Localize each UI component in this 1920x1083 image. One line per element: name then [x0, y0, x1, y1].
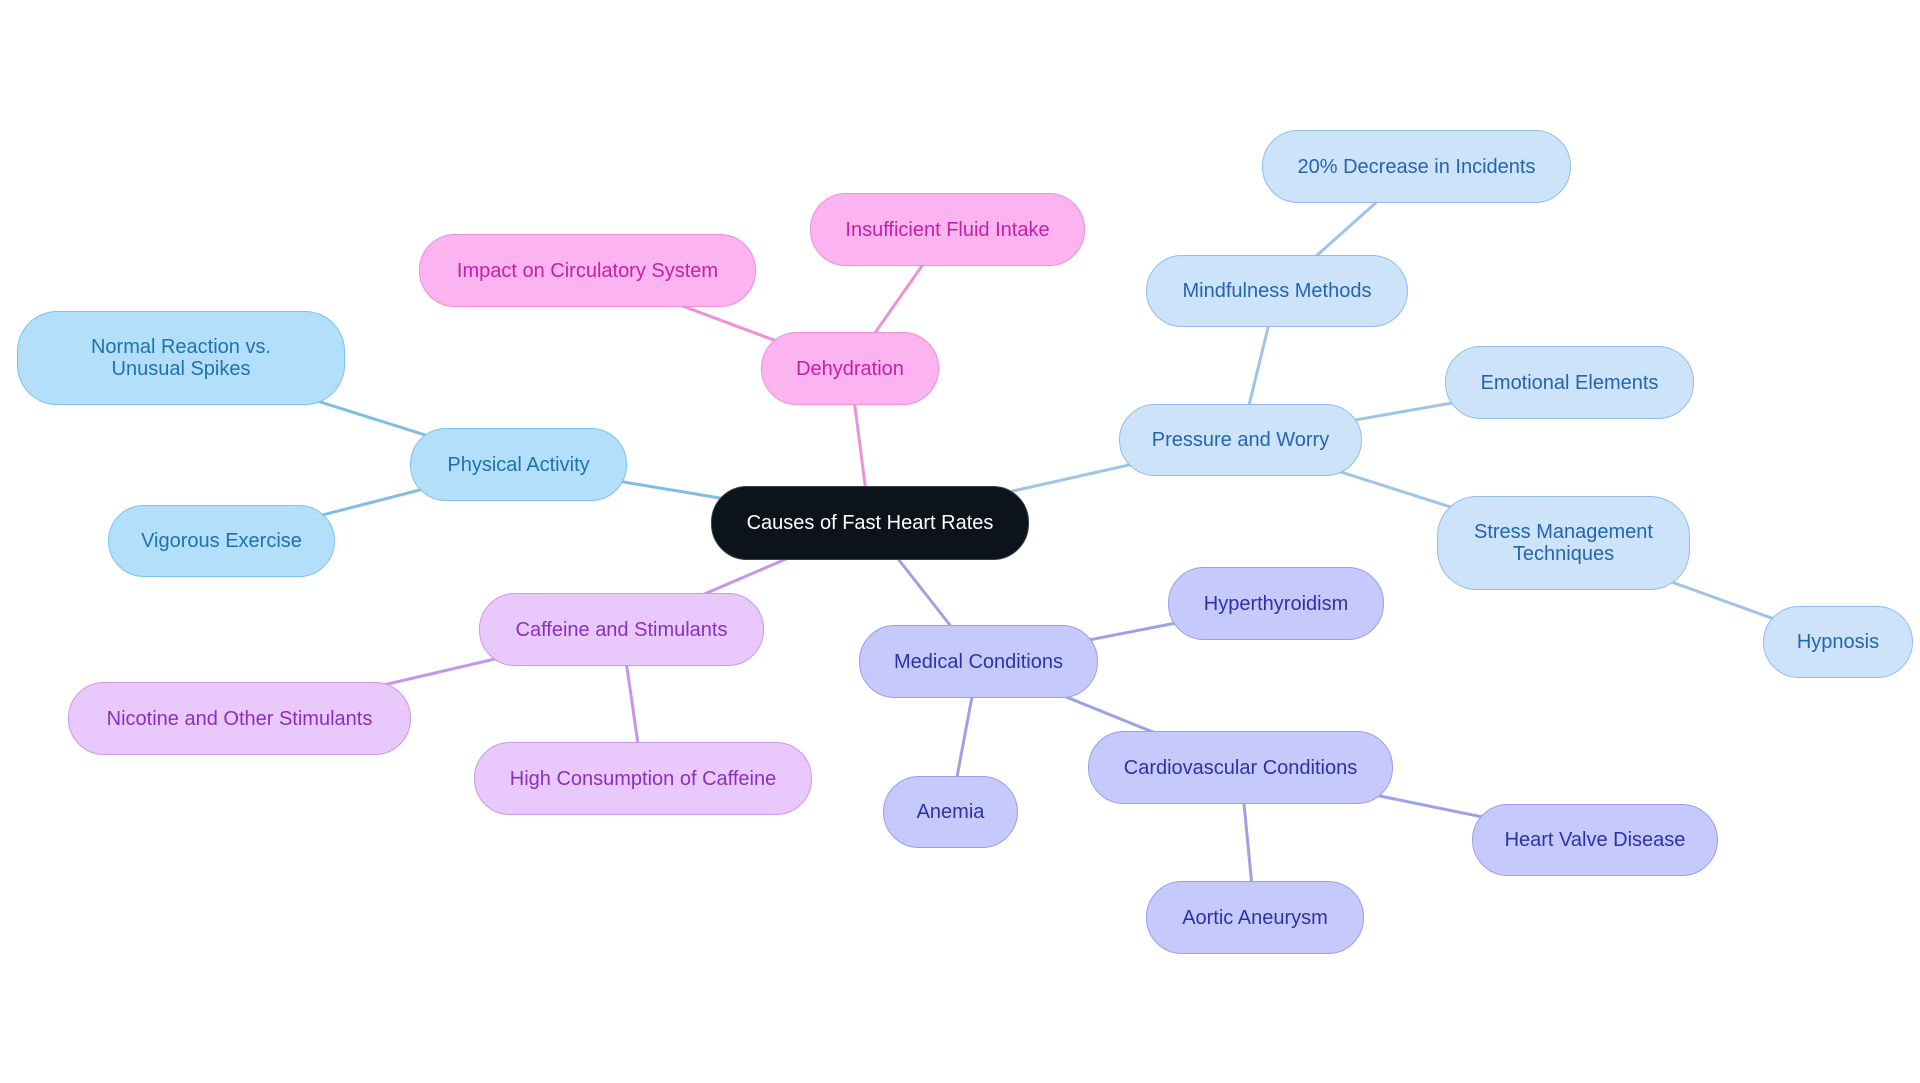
node-normal-reaction[interactable]: Normal Reaction vs. Unusual Spikes: [17, 311, 345, 405]
root-node-label: Causes of Fast Heart Rates: [746, 512, 994, 534]
node-label: Impact on Circulatory System: [456, 259, 719, 282]
node-label: Nicotine and Other Stimulants: [106, 707, 373, 730]
node-medical-conditions[interactable]: Medical Conditions: [859, 625, 1098, 698]
node-label: Stress Management Techniques: [1474, 521, 1653, 565]
node-label: Aortic Aneurysm: [1182, 906, 1328, 929]
node-mindfulness[interactable]: Mindfulness Methods: [1146, 255, 1408, 327]
node-heart-valve[interactable]: Heart Valve Disease: [1472, 804, 1718, 876]
node-label: Insufficient Fluid Intake: [845, 218, 1050, 241]
node-stress-management[interactable]: Stress Management Techniques: [1437, 496, 1690, 590]
node-vigorous-exercise[interactable]: Vigorous Exercise: [108, 505, 335, 577]
node-anemia[interactable]: Anemia: [883, 776, 1018, 848]
node-label: 20% Decrease in Incidents: [1297, 155, 1536, 178]
node-label: Emotional Elements: [1480, 371, 1659, 394]
node-label: Physical Activity: [447, 453, 590, 476]
node-emotional-elements[interactable]: Emotional Elements: [1445, 346, 1694, 419]
node-label: Cardiovascular Conditions: [1123, 756, 1358, 779]
node-label: High Consumption of Caffeine: [509, 767, 777, 790]
root-node[interactable]: Causes of Fast Heart Rates: [711, 486, 1029, 560]
node-decrease-incidents[interactable]: 20% Decrease in Incidents: [1262, 130, 1571, 203]
node-hypnosis[interactable]: Hypnosis: [1763, 606, 1913, 678]
node-high-caffeine[interactable]: High Consumption of Caffeine: [474, 742, 812, 815]
node-impact-circulatory[interactable]: Impact on Circulatory System: [419, 234, 756, 307]
node-label: Hypnosis: [1796, 631, 1880, 653]
node-aortic-aneurysm[interactable]: Aortic Aneurysm: [1146, 881, 1364, 954]
node-label: Medical Conditions: [894, 650, 1063, 673]
node-label: Vigorous Exercise: [141, 530, 302, 552]
node-label: Dehydration: [796, 357, 904, 380]
node-pressure-worry[interactable]: Pressure and Worry: [1119, 404, 1362, 476]
node-label: Anemia: [916, 801, 985, 823]
node-label: Heart Valve Disease: [1504, 829, 1686, 851]
node-label: Normal Reaction vs. Unusual Spikes: [90, 336, 272, 380]
node-label: Mindfulness Methods: [1182, 280, 1372, 302]
node-dehydration[interactable]: Dehydration: [761, 332, 939, 405]
node-nicotine[interactable]: Nicotine and Other Stimulants: [68, 682, 411, 755]
node-label: Caffeine and Stimulants: [515, 618, 728, 641]
node-label: Pressure and Worry: [1151, 429, 1330, 451]
node-hyperthyroidism[interactable]: Hyperthyroidism: [1168, 567, 1384, 640]
node-label: Hyperthyroidism: [1203, 592, 1349, 615]
node-insufficient-fluid[interactable]: Insufficient Fluid Intake: [810, 193, 1085, 266]
node-physical-activity[interactable]: Physical Activity: [410, 428, 627, 501]
node-caffeine-stimulants[interactable]: Caffeine and Stimulants: [479, 593, 764, 666]
node-cardiovascular[interactable]: Cardiovascular Conditions: [1088, 731, 1393, 804]
